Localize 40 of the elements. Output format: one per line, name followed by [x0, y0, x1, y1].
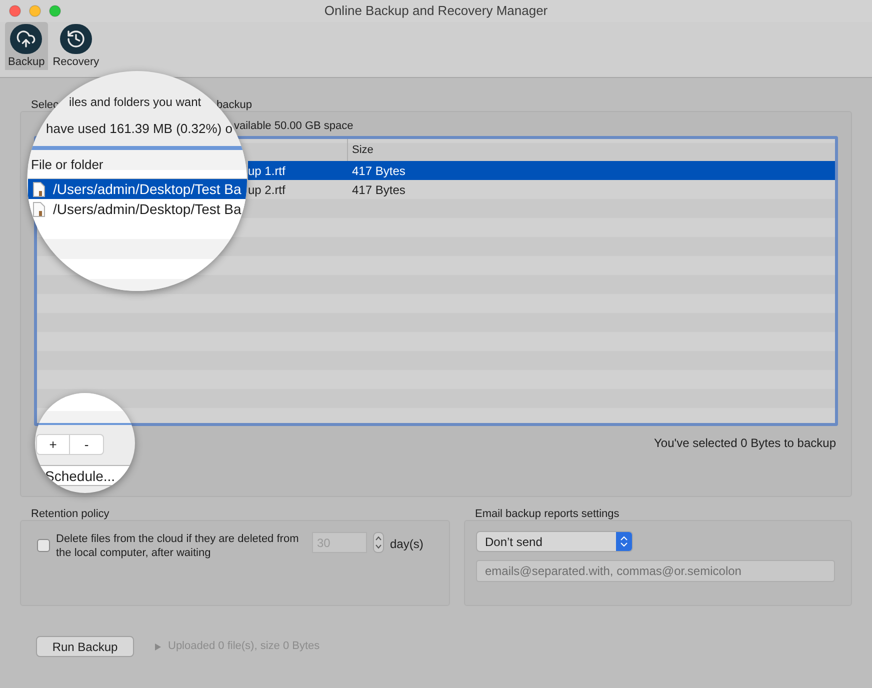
file-size: 417 Bytes — [351, 162, 406, 180]
remove-button[interactable]: - — [70, 434, 104, 455]
add-button[interactable]: + — [36, 434, 70, 455]
history-icon — [60, 24, 92, 54]
file-row[interactable]: /Users/admin/Desktop/Test Ba — [28, 179, 247, 199]
group-label: backup — [216, 98, 252, 111]
file-name: /Users/admin/Desktop/Test Ba — [53, 180, 242, 199]
report-dropdown[interactable]: Don’t send — [476, 531, 633, 552]
email-field[interactable]: emails@separated.with, commas@or.semicolon — [476, 560, 835, 582]
file-name: up 2.rtf — [248, 182, 286, 198]
document-icon — [33, 202, 45, 216]
column-header[interactable]: Size — [348, 139, 374, 161]
column-header[interactable]: File or folder — [31, 155, 104, 175]
selection-summary: You've selected 0 Bytes to backup — [654, 435, 836, 452]
group-label: Selec — [31, 98, 59, 111]
days-unit: day(s) — [390, 536, 424, 553]
window-control-icon[interactable] — [29, 5, 41, 17]
checkbox[interactable] — [37, 539, 50, 552]
toolbar-tab[interactable]: Recovery — [50, 22, 102, 70]
document-icon — [33, 182, 45, 196]
run-backup-button[interactable]: Run Backup — [36, 636, 134, 657]
usage-text: vailable 50.00 GB space — [234, 118, 354, 134]
disclosure-triangle-icon[interactable] — [154, 642, 162, 650]
window-control-icon[interactable] — [49, 5, 61, 17]
stepper-icon[interactable] — [373, 532, 384, 553]
file-row[interactable]: /Users/admin/Desktop/Test Ba — [28, 199, 247, 219]
file-name: up 1.rtf — [248, 162, 286, 180]
cloud-upload-icon — [10, 24, 42, 54]
retention-label: Delete files from the cloud if they are deleted from the local computer, after waiting — [56, 532, 300, 560]
file-name: /Users/admin/Desktop/Test Ba — [53, 200, 242, 219]
group-label: Retention policy — [30, 507, 110, 520]
window-control-icon[interactable] — [9, 5, 21, 17]
group-label: Email backup reports settings — [474, 507, 620, 520]
file-row[interactable]: up 1.rtf 417 Bytes — [248, 161, 835, 180]
window-title: Online Backup and Recovery Manager — [324, 2, 548, 20]
usage-text: have used 161.39 MB (0.32%) o — [46, 121, 232, 136]
group-label: iles and folders you want — [69, 95, 202, 109]
dropdown-arrows-icon — [616, 532, 632, 551]
toolbar-tab[interactable]: Backup — [5, 22, 48, 70]
file-size: 417 Bytes — [351, 182, 406, 198]
